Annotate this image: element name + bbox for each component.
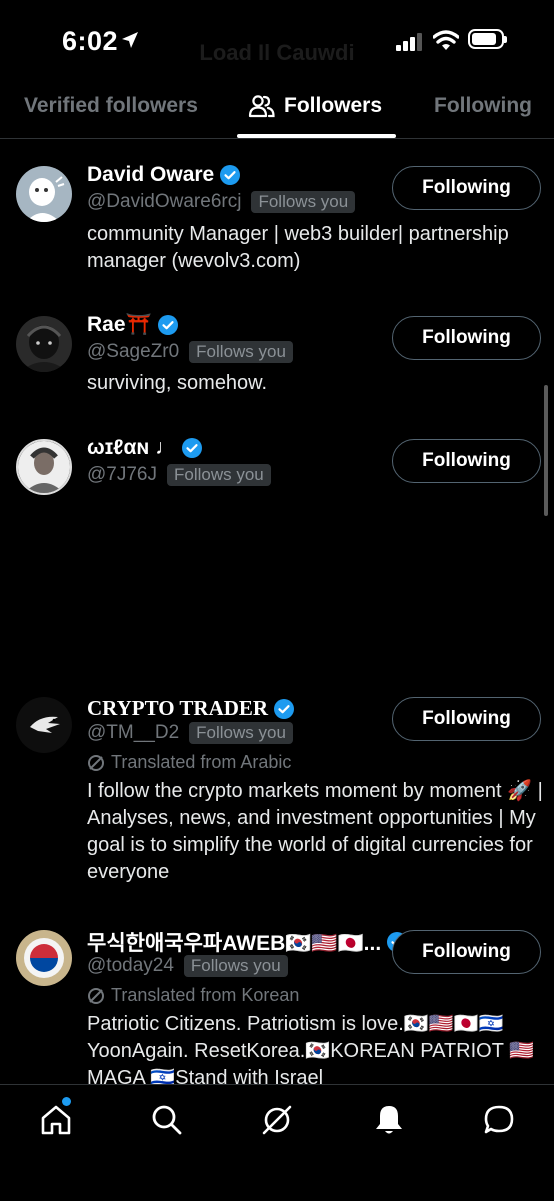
following-button[interactable]: Following: [392, 166, 541, 210]
people-icon: [248, 95, 275, 118]
avatar[interactable]: [16, 439, 72, 495]
following-button[interactable]: Following: [392, 697, 541, 741]
scrollbar[interactable]: [544, 385, 548, 516]
translate-icon: [88, 754, 104, 771]
bottom-nav: [0, 1084, 554, 1201]
following-button[interactable]: Following: [392, 316, 541, 360]
follows-you-badge: Follows you: [183, 955, 288, 977]
status-bar: Load Il Cauwdi 6:02: [0, 0, 554, 84]
user-name[interactable]: Rae⛩️: [87, 313, 152, 337]
clock: 6:02: [62, 26, 119, 56]
translate-icon: [88, 987, 104, 1004]
user-name[interactable]: David Oware: [87, 163, 214, 187]
verified-badge-icon: [274, 698, 295, 719]
list-item[interactable]: 무식한애국우파AWEB🇰🇷🇺🇸🇯🇵... @today24 Follows yo…: [0, 930, 554, 1084]
notification-dot: [62, 1097, 71, 1106]
cellular-signal-icon: [396, 33, 422, 51]
list-item[interactable]: David Oware @DavidOware6rcj Follows you …: [0, 163, 554, 276]
avatar[interactable]: [16, 166, 72, 222]
user-name[interactable]: 무식한애국우파AWEB🇰🇷🇺🇸🇯🇵...: [87, 927, 381, 957]
avatar[interactable]: [16, 697, 72, 753]
avatar[interactable]: [16, 316, 72, 372]
tab-following[interactable]: Following: [434, 94, 532, 118]
user-name[interactable]: ωɪℓαɴ ♩: [87, 436, 176, 460]
messages-icon[interactable]: [482, 1103, 516, 1137]
battery-icon: [468, 29, 507, 49]
search-icon[interactable]: [150, 1103, 184, 1137]
user-bio: Patriotic Citizens. Patriotism is love.🇰…: [87, 1013, 535, 1084]
following-button[interactable]: Following: [392, 439, 541, 483]
tab-verified-followers[interactable]: Verified followers: [24, 94, 198, 118]
user-bio: I follow the crypto markets moment by mo…: [87, 780, 543, 883]
verified-badge-icon: [182, 438, 203, 458]
translated-label: Translated from Korean: [87, 985, 299, 1006]
list-item[interactable]: ωɪℓαɴ ♩ @7J76J Follows you Following: [0, 436, 554, 499]
follows-you-badge: Follows you: [189, 722, 293, 744]
followers-list[interactable]: David Oware @DavidOware6rcj Follows you …: [0, 139, 554, 1084]
translated-text: Translated from Korean: [111, 985, 300, 1005]
tab-followers-label: Followers: [284, 94, 383, 117]
verified-badge-icon: [220, 165, 241, 185]
list-item[interactable]: CRYPTO TRADER @TM__D2 Follows you Transl…: [0, 696, 554, 897]
translated-text: Translated from Arabic: [111, 752, 292, 772]
verified-badge-icon: [157, 315, 178, 335]
user-handle: @7J76J: [87, 464, 157, 485]
location-arrow-icon: [122, 32, 138, 48]
list-item[interactable]: Rae⛩️ @SageZr0 Follows you surviving, so…: [0, 313, 554, 396]
notifications-icon[interactable]: [372, 1103, 406, 1137]
user-bio: community Manager | web3 builder| partne…: [87, 223, 509, 272]
tab-bar: Verified followers Followers Following: [0, 84, 554, 139]
user-handle: @DavidOware6rcj: [87, 191, 242, 212]
wifi-icon: [433, 30, 459, 50]
follows-you-badge: Follows you: [189, 341, 293, 363]
follows-you-badge: Follows you: [251, 191, 356, 213]
user-handle: @today24: [87, 955, 174, 976]
user-bio: surviving, somehow.: [87, 372, 268, 394]
translated-label: Translated from Arabic: [87, 752, 291, 773]
user-handle: @SageZr0: [87, 341, 180, 362]
user-name[interactable]: CRYPTO TRADER: [87, 696, 268, 721]
following-button[interactable]: Following: [392, 930, 541, 974]
avatar[interactable]: [16, 930, 72, 986]
follows-you-badge: Follows you: [167, 464, 271, 486]
grok-icon[interactable]: [260, 1103, 294, 1137]
tab-followers[interactable]: Followers: [248, 94, 382, 118]
user-handle: @TM__D2: [87, 722, 180, 743]
active-tab-indicator: [237, 134, 396, 138]
home-icon[interactable]: [39, 1103, 73, 1137]
